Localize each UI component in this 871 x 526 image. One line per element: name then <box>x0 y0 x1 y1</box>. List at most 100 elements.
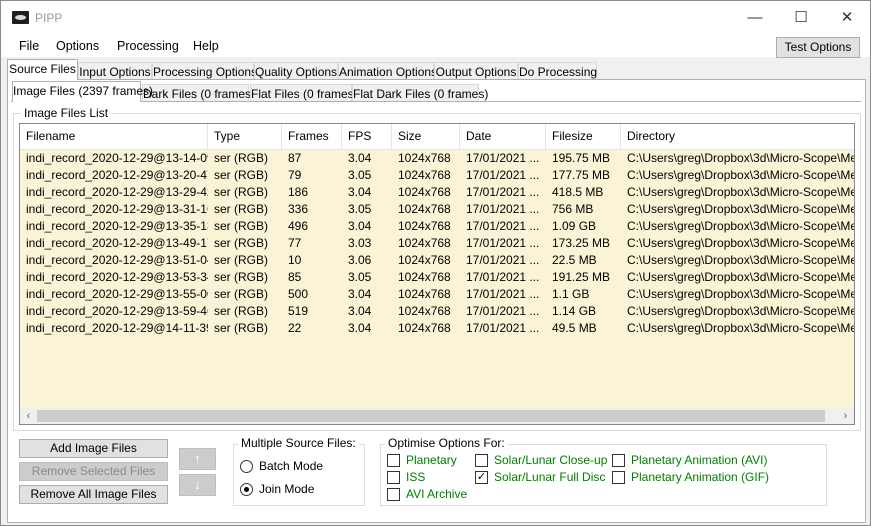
solar-lunar-full-disc-label: Solar/Lunar Full Disc <box>494 470 606 484</box>
cell-filename: indi_record_2020-12-29@13-49-17.... <box>26 236 208 250</box>
cell-filename: indi_record_2020-12-29@14-11-39.... <box>26 321 208 335</box>
tab-flat-dark-files[interactable]: Flat Dark Files (0 frames) <box>352 84 488 102</box>
image-files-list-label: Image Files List <box>21 107 112 120</box>
tab-do-processing[interactable]: Do Processing <box>518 62 597 80</box>
cell-fps: 3.04 <box>348 287 372 301</box>
scrollbar-thumb[interactable] <box>37 410 825 422</box>
cell-type: ser (RGB) <box>214 304 268 318</box>
remove-all-image-files-button[interactable]: Remove All Image Files <box>19 485 168 504</box>
cell-directory: C:\Users\greg\Dropbox\3d\Micro-Scope\Med… <box>627 287 854 301</box>
table-row[interactable]: indi_record_2020-12-29@13-51-04.... ser (… <box>20 252 854 269</box>
cell-frames: 85 <box>288 270 302 284</box>
column-header-filesize[interactable]: Filesize <box>546 124 621 149</box>
column-header-size[interactable]: Size <box>392 124 460 149</box>
table-row[interactable]: indi_record_2020-12-29@13-35-13.... ser (… <box>20 218 854 235</box>
tab-input-options[interactable]: Input Options <box>78 62 152 80</box>
table-row[interactable]: indi_record_2020-12-29@13-55-00.... ser (… <box>20 286 854 303</box>
cell-size: 1024x768 <box>398 236 451 250</box>
minimize-button[interactable]: — <box>732 1 778 35</box>
table-row[interactable]: indi_record_2020-12-29@13-59-46.... ser (… <box>20 303 854 320</box>
cell-directory: C:\Users\greg\Dropbox\3d\Micro-Scope\Med… <box>627 151 854 165</box>
menu-help[interactable]: Help <box>193 39 219 53</box>
cell-frames: 519 <box>288 304 309 318</box>
cell-filesize: 22.5 MB <box>552 253 597 267</box>
cell-filesize: 1.14 GB <box>552 304 597 318</box>
checkbox-icon <box>612 454 625 467</box>
cell-size: 1024x768 <box>398 202 451 216</box>
cell-date: 17/01/2021 ... <box>466 321 540 335</box>
table-row[interactable]: indi_record_2020-12-29@13-53-34.... ser (… <box>20 269 854 286</box>
cell-filesize: 1.09 GB <box>552 219 597 233</box>
cell-filesize: 418.5 MB <box>552 185 604 199</box>
table-row[interactable]: indi_record_2020-12-29@13-31-16.... ser (… <box>20 201 854 218</box>
cell-size: 1024x768 <box>398 304 451 318</box>
checkbox-icon <box>387 471 400 484</box>
move-down-button[interactable]: ↓ <box>179 474 216 496</box>
table-row[interactable]: indi_record_2020-12-29@13-49-17.... ser (… <box>20 235 854 252</box>
remove-selected-files-button[interactable]: Remove Selected Files <box>19 462 168 481</box>
cell-directory: C:\Users\greg\Dropbox\3d\Micro-Scope\Med… <box>627 236 854 250</box>
cell-date: 17/01/2021 ... <box>466 219 540 233</box>
cell-filesize: 1.1 GB <box>552 287 590 301</box>
tab-flat-files[interactable]: Flat Files (0 frames) <box>250 84 358 102</box>
avi-archive-label: AVI Archive <box>406 487 468 501</box>
cell-filename: indi_record_2020-12-29@13-53-34.... <box>26 270 208 284</box>
cell-type: ser (RGB) <box>214 321 268 335</box>
window-title: PIPP <box>35 11 63 25</box>
cell-size: 1024x768 <box>398 287 451 301</box>
table-row[interactable]: indi_record_2020-12-29@13-29-42.... ser (… <box>20 184 854 201</box>
column-header-fps[interactable]: FPS <box>342 124 392 149</box>
scroll-left-icon[interactable]: ‹ <box>20 408 37 424</box>
maximize-button[interactable]: ☐ <box>778 1 824 35</box>
table-row[interactable]: indi_record_2020-12-29@13-14-09.... ser (… <box>20 150 854 167</box>
checkbox-icon <box>387 488 400 501</box>
table-row[interactable]: indi_record_2020-12-29@13-20-47.... ser (… <box>20 167 854 184</box>
column-header-filename[interactable]: Filename <box>20 124 208 149</box>
cell-directory: C:\Users\greg\Dropbox\3d\Micro-Scope\Med… <box>627 202 854 216</box>
cell-fps: 3.06 <box>348 253 372 267</box>
horizontal-scrollbar[interactable]: ‹ › <box>20 408 854 424</box>
tab-quality-options[interactable]: Quality Options <box>254 62 338 80</box>
column-header-type[interactable]: Type <box>208 124 282 149</box>
tab-animation-options[interactable]: Animation Options <box>338 62 437 80</box>
tab-image-files[interactable]: Image Files (2397 frames) <box>12 81 153 102</box>
column-header-directory[interactable]: Directory <box>621 124 854 149</box>
close-button[interactable]: ✕ <box>824 1 870 35</box>
menu-file[interactable]: File <box>19 39 39 53</box>
column-header-frames[interactable]: Frames <box>282 124 342 149</box>
checkbox-icon <box>475 454 488 467</box>
cell-filename: indi_record_2020-12-29@13-55-00.... <box>26 287 208 301</box>
menu-options[interactable]: Options <box>56 39 99 53</box>
cell-date: 17/01/2021 ... <box>466 151 540 165</box>
move-up-button[interactable]: ↑ <box>179 448 216 470</box>
scroll-right-icon[interactable]: › <box>837 408 854 424</box>
tab-output-options[interactable]: Output Options <box>434 62 518 80</box>
cell-fps: 3.04 <box>348 185 372 199</box>
cell-filename: indi_record_2020-12-29@13-20-47.... <box>26 168 208 182</box>
arrow-up-icon: ↑ <box>194 451 201 466</box>
cell-frames: 10 <box>288 253 302 267</box>
table-row[interactable]: indi_record_2020-12-29@14-11-39.... ser (… <box>20 320 854 337</box>
cell-date: 17/01/2021 ... <box>466 236 540 250</box>
image-files-list[interactable]: Filename Type Frames FPS Size Date Files… <box>19 123 855 425</box>
cell-size: 1024x768 <box>398 321 451 335</box>
cell-directory: C:\Users\greg\Dropbox\3d\Micro-Scope\Med… <box>627 253 854 267</box>
cell-type: ser (RGB) <box>214 219 268 233</box>
cell-date: 17/01/2021 ... <box>466 168 540 182</box>
menu-processing[interactable]: Processing <box>117 39 179 53</box>
tab-processing-options[interactable]: Processing Options <box>152 62 257 80</box>
cell-fps: 3.05 <box>348 270 372 284</box>
test-options-button[interactable]: Test Options <box>776 37 860 58</box>
cell-filename: indi_record_2020-12-29@13-51-04.... <box>26 253 208 267</box>
title-bar[interactable]: PIPP — ☐ ✕ <box>1 1 870 35</box>
checkbox-icon <box>612 471 625 484</box>
cell-size: 1024x768 <box>398 253 451 267</box>
tab-source-files[interactable]: Source Files <box>7 59 78 80</box>
cell-type: ser (RGB) <box>214 270 268 284</box>
add-image-files-button[interactable]: Add Image Files <box>19 439 168 458</box>
cell-type: ser (RGB) <box>214 287 268 301</box>
cell-type: ser (RGB) <box>214 253 268 267</box>
column-header-date[interactable]: Date <box>460 124 546 149</box>
tab-dark-files[interactable]: Dark Files (0 frames) <box>142 84 255 102</box>
cell-size: 1024x768 <box>398 270 451 284</box>
